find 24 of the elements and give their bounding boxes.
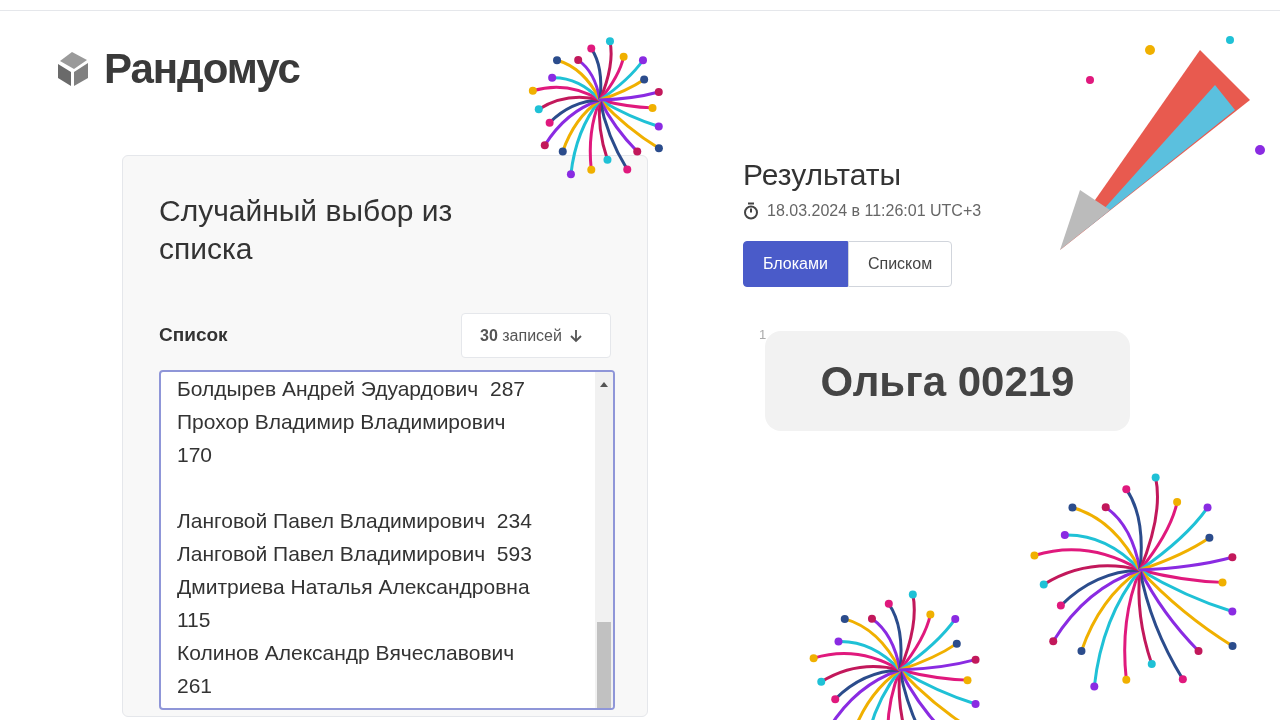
list-line: Прохор Владимир Владимирович [177,409,507,435]
view-tab[interactable]: Блоками [743,241,848,287]
form-title: Случайный выбор из списка [159,193,454,267]
list-line: Ланговой Павел Владимирович 593 [177,541,533,567]
logo-text: Рандомус [104,44,300,94]
list-line: 115 [177,607,212,633]
list-line: 261 [177,673,214,699]
list-line: Колинов Александр Вячеславович [177,640,516,666]
list-line: Болдырев Андрей Эдуардович 287 [177,376,526,402]
list-line: 170 [177,442,214,468]
count-dropdown[interactable]: 30 записей [461,313,611,358]
result-card: Ольга 00219 [765,331,1130,431]
results-title: Результаты [743,157,902,193]
scrollbar-thumb[interactable] [597,622,611,708]
result-number: 1 [758,326,765,344]
arrow-down-icon [569,328,582,343]
scroll-up-icon[interactable] [599,380,609,388]
list-label: Список [159,323,228,348]
stopwatch-icon [743,202,759,220]
view-tab[interactable]: Списком [847,241,953,287]
list-line: Ланговой Павел Владимирович 234 [177,508,533,534]
timestamp: 18.03.2024 в 11:26:01 UTC+3 [767,201,982,221]
list-line: Дмитриева Наталья Александровна [177,574,531,600]
list-input-field[interactable]: Болдырев Андрей Эдуардович 287 Прохор Владимир Владимирович 170 Ланговой Павел Владимирович 234 Ланговой Павел Владимирович 593 Дмитриева Наталья Александровна 115 Колинов Александр Вячеславович 261 [159,370,615,710]
